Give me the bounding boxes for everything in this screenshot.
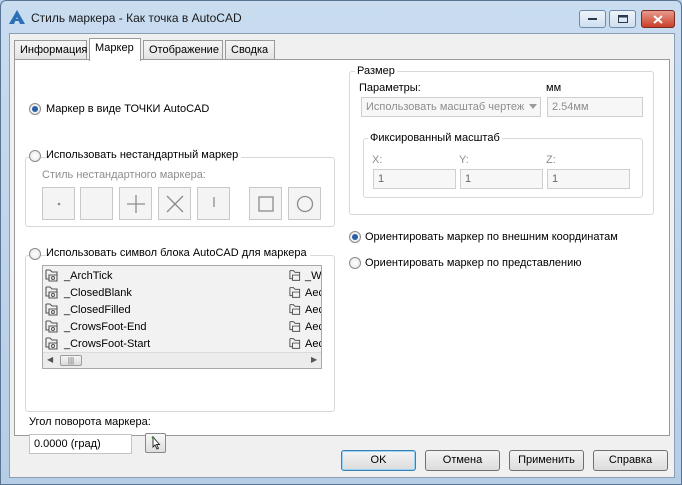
z-label: Z: [546, 154, 556, 166]
help-button[interactable]: Справка [593, 450, 668, 471]
tab-display[interactable]: Отображение [143, 40, 223, 60]
scroll-thumb[interactable]: ||| [60, 355, 82, 366]
list-item[interactable]: Aec [289, 318, 321, 335]
list-item[interactable]: _W [289, 267, 321, 284]
dialog-client: Информация Маркер Отображение Сводка Мар… [9, 33, 675, 478]
radio-block-marker[interactable] [29, 248, 41, 260]
blank-icon[interactable] [80, 187, 113, 220]
apply-button[interactable]: Применить [509, 450, 584, 471]
block-icon [289, 270, 301, 281]
units-label: мм [546, 82, 562, 94]
radio-custom-marker[interactable] [29, 150, 41, 162]
dot-icon[interactable] [42, 187, 75, 220]
scale-y-input[interactable]: 1 [460, 169, 543, 189]
list-item[interactable]: Aec [289, 335, 321, 352]
list-item[interactable]: _ArchTick [45, 267, 113, 284]
chevron-down-icon [529, 104, 537, 109]
list-item[interactable]: _ClosedBlank [45, 284, 132, 301]
circle-icon[interactable] [288, 187, 321, 220]
option-custom-marker-label: Использовать нестандартный маркер [46, 149, 242, 161]
rotation-angle-input[interactable]: 0.0000 (град) [29, 434, 132, 454]
cancel-button[interactable]: Отмена [425, 450, 500, 471]
radio-autocad-point[interactable] [29, 103, 41, 115]
block-icon [289, 321, 301, 332]
list-item[interactable]: _CrowsFoot-Start [45, 335, 150, 352]
autocad-a-icon [9, 10, 25, 24]
minimize-button[interactable] [579, 10, 606, 28]
option-block-marker-label: Использовать символ блока AutoCAD для ма… [46, 247, 310, 259]
orient-world-label: Ориентировать маркер по внешним координа… [365, 231, 618, 243]
minimize-icon [588, 18, 597, 20]
block-icon [45, 337, 58, 350]
block-icon [289, 338, 301, 349]
plus-icon[interactable] [119, 187, 152, 220]
block-icon [45, 269, 58, 282]
horizontal-scrollbar[interactable]: ◀ ||| ▶ [43, 352, 321, 368]
block-icon [45, 303, 58, 316]
maximize-button[interactable] [609, 10, 636, 28]
square-icon[interactable] [249, 187, 282, 220]
fixed-scale-label: Фиксированный масштаб [368, 132, 502, 144]
block-icon [289, 304, 301, 315]
y-label: Y: [459, 154, 469, 166]
close-icon [653, 14, 663, 24]
block-icon [45, 286, 58, 299]
block-list[interactable]: _ArchTick _ClosedBlank _ClosedFilled _Cr… [42, 265, 322, 369]
scroll-left-icon[interactable]: ◀ [47, 355, 53, 364]
cross-icon[interactable] [158, 187, 191, 220]
params-dropdown[interactable]: Использовать масштаб чертеж [361, 97, 541, 117]
option-autocad-point-label: Маркер в виде ТОЧКИ AutoCAD [46, 103, 210, 115]
x-label: X: [372, 154, 383, 166]
tab-marker[interactable]: Маркер [89, 38, 141, 61]
ok-button[interactable]: OK [341, 450, 416, 471]
orient-view-label: Ориентировать маркер по представлению [365, 257, 582, 269]
list-item[interactable]: Aec [289, 284, 321, 301]
scroll-right-icon[interactable]: ▶ [311, 355, 317, 364]
rotation-label: Угол поворота маркера: [29, 416, 151, 428]
params-label: Параметры: [359, 82, 421, 94]
size-group-label: Размер [355, 65, 397, 77]
maximize-icon [617, 15, 628, 23]
radio-orient-view[interactable] [349, 257, 361, 269]
tab-info[interactable]: Информация [14, 40, 87, 60]
marker-tab-panel: Маркер в виде ТОЧКИ AutoCAD Использовать… [14, 59, 670, 454]
fixed-scale-group [363, 138, 643, 198]
tick-icon[interactable] [197, 187, 230, 220]
list-item[interactable]: Aec [289, 301, 321, 318]
tab-summary[interactable]: Сводка [225, 40, 275, 60]
radio-orient-world[interactable] [349, 231, 361, 243]
block-icon [45, 320, 58, 333]
pick-angle-button[interactable] [145, 433, 166, 453]
custom-shape-buttons [42, 187, 332, 220]
params-dropdown-value: Использовать масштаб чертеж [366, 101, 525, 113]
size-input[interactable]: 2.54мм [547, 97, 643, 117]
window-title: Стиль маркера - Как точка в AutoCAD [31, 11, 242, 25]
custom-style-label: Стиль нестандартного маркера: [42, 169, 206, 181]
scale-x-input[interactable]: 1 [373, 169, 456, 189]
cursor-pick-icon [151, 436, 160, 450]
close-button[interactable] [641, 10, 675, 28]
block-icon [289, 287, 301, 298]
list-item[interactable]: _ClosedFilled [45, 301, 131, 318]
scale-z-input[interactable]: 1 [547, 169, 630, 189]
list-item[interactable]: _CrowsFoot-End [45, 318, 147, 335]
dialog-window: Стиль маркера - Как точка в AutoCAD Инфо… [0, 0, 682, 485]
title-bar[interactable]: Стиль маркера - Как точка в AutoCAD [1, 1, 681, 33]
